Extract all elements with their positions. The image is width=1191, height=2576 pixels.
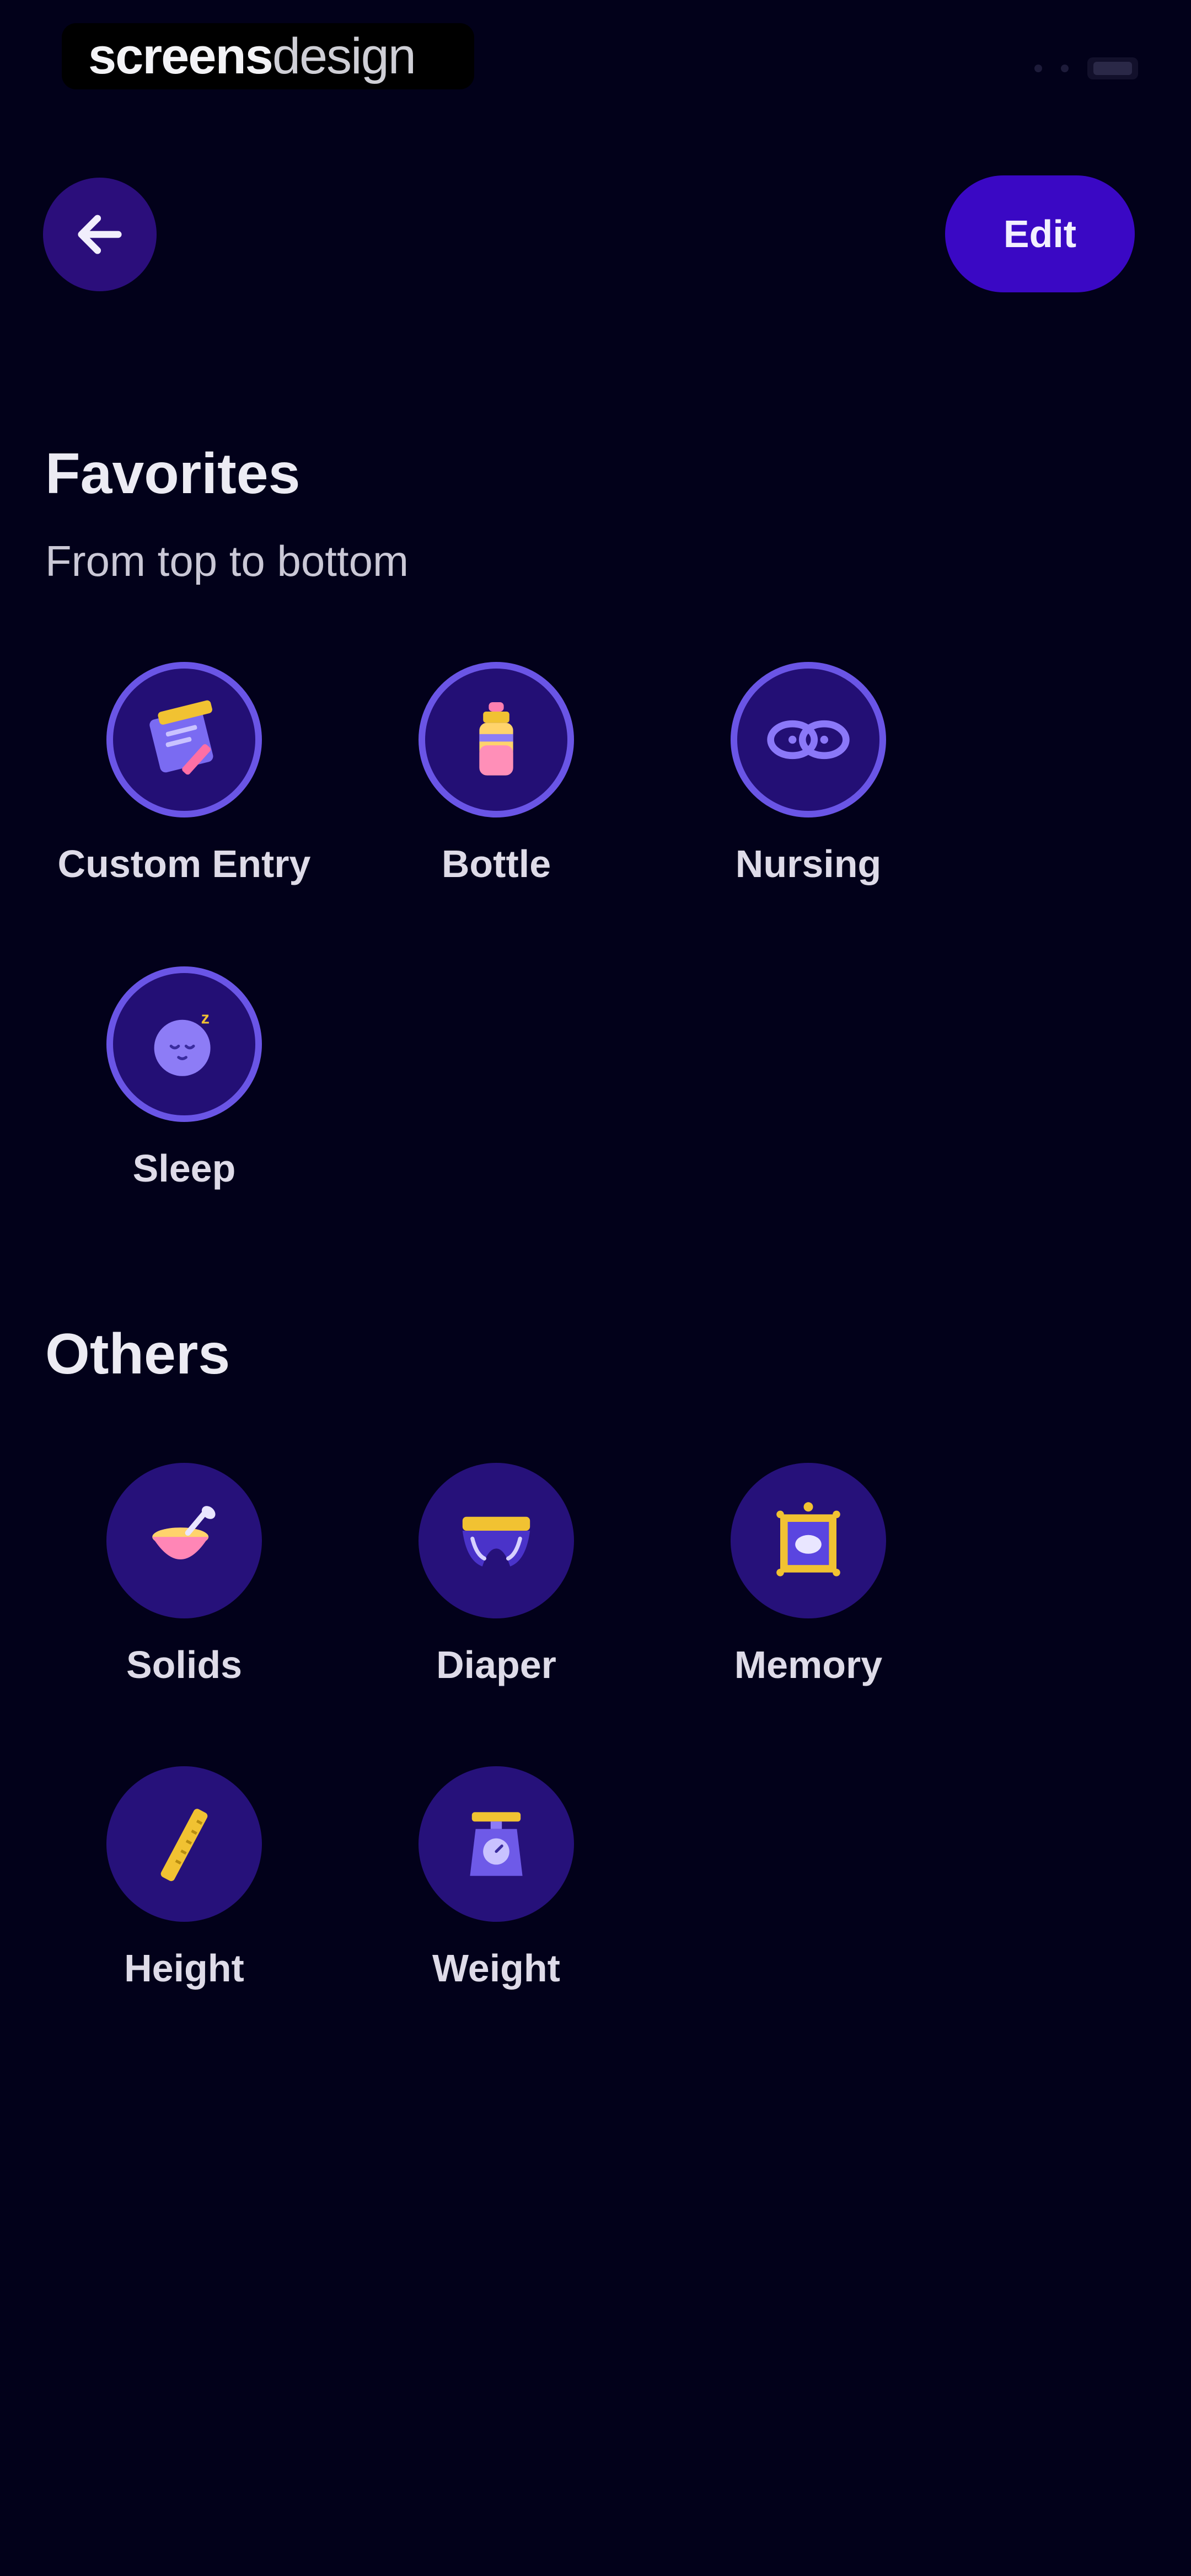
custom-entry-icon xyxy=(149,700,213,775)
favorites-title: Favorites xyxy=(45,442,301,506)
bottle-icon xyxy=(479,702,513,776)
tile-label: Bottle xyxy=(441,842,551,885)
arrow-left-icon xyxy=(78,215,122,254)
tile-nursing[interactable]: Nursing xyxy=(665,662,952,938)
solids-icon xyxy=(152,1506,216,1559)
tile-custom-entry[interactable]: Custom Entry xyxy=(41,662,328,938)
battery-icon xyxy=(1087,57,1138,79)
tile-icon-circle xyxy=(419,662,574,817)
tile-label: Custom Entry xyxy=(57,842,311,885)
tile-memory[interactable]: Memory xyxy=(665,1463,952,1739)
tile-icon-circle xyxy=(419,1766,574,1922)
sleep-icon: z xyxy=(154,1009,211,1076)
tile-height[interactable]: Height xyxy=(41,1766,328,2042)
diaper-icon xyxy=(462,1516,530,1567)
back-button[interactable] xyxy=(43,178,157,291)
height-icon xyxy=(160,1809,208,1882)
status-bar xyxy=(1034,57,1138,79)
tile-icon-circle xyxy=(106,1766,262,1922)
svg-text:z: z xyxy=(201,1009,210,1028)
wifi-icon xyxy=(1061,65,1069,72)
edit-button[interactable]: Edit xyxy=(945,175,1135,292)
tile-sleep[interactable]: z Sleep xyxy=(41,966,328,1242)
signal-icon xyxy=(1034,65,1042,72)
tile-label: Solids xyxy=(126,1643,243,1686)
screensdesign-watermark: screens design xyxy=(62,23,474,89)
tile-icon-circle xyxy=(731,662,886,817)
memory-icon xyxy=(776,1502,840,1576)
weight-icon xyxy=(470,1812,523,1876)
tile-label: Memory xyxy=(734,1643,883,1686)
tile-label: Nursing xyxy=(735,842,882,885)
tile-label: Weight xyxy=(432,1947,560,1990)
tile-icon-circle xyxy=(106,662,262,817)
tile-label: Diaper xyxy=(436,1643,556,1686)
others-title: Others xyxy=(45,1322,230,1386)
favorites-subtitle: From top to bottom xyxy=(45,537,409,585)
nursing-icon xyxy=(767,720,850,760)
tile-bottle[interactable]: Bottle xyxy=(353,662,640,938)
tile-label: Height xyxy=(124,1947,244,1990)
watermark-bold: screens xyxy=(88,28,273,84)
tile-icon-circle xyxy=(419,1463,574,1618)
tile-label: Sleep xyxy=(132,1147,236,1190)
tile-diaper[interactable]: Diaper xyxy=(353,1463,640,1739)
tile-icon-circle xyxy=(731,1463,886,1618)
tile-weight[interactable]: Weight xyxy=(353,1766,640,2042)
tile-solids[interactable]: Solids xyxy=(41,1463,328,1739)
watermark-light: design xyxy=(272,28,416,84)
tile-icon-circle xyxy=(106,1463,262,1618)
tile-icon-circle: z xyxy=(106,966,262,1122)
